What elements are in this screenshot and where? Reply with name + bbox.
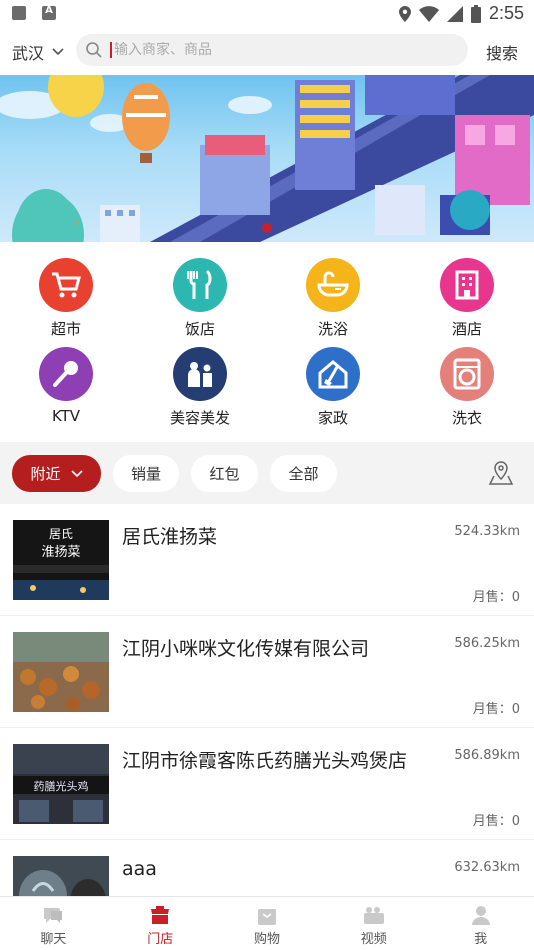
house-broom-icon — [306, 347, 360, 401]
category-hotel[interactable]: 酒店 — [407, 258, 527, 348]
notification-icon — [12, 6, 26, 20]
video-icon — [363, 907, 384, 924]
search-header: 武汉 搜索 — [0, 28, 534, 74]
nav-label: 门店 — [147, 932, 174, 947]
nav-label: 视频 — [360, 932, 387, 947]
filter-nearby-label: 附近 — [30, 465, 61, 483]
category-label: 洗浴 — [317, 320, 348, 338]
search-button[interactable]: 搜索 — [486, 40, 518, 64]
map-location-icon[interactable] — [488, 460, 514, 486]
wifi-icon — [418, 5, 439, 22]
store-distance: 524.33km — [454, 524, 520, 539]
shopping-cart-icon — [39, 258, 93, 312]
fork-knife-icon — [173, 258, 227, 312]
store-name: 江阴市徐霞客陈氏药膳光头鸡煲店 — [122, 750, 408, 772]
filter-sales[interactable]: 销量 — [113, 455, 179, 492]
filter-bar: 附近 销量 红包 全部 — [0, 442, 534, 504]
store-thumbnail: 药膳光头鸡 — [13, 744, 109, 824]
nav-label: 聊天 — [40, 932, 67, 947]
store-thumbnail: 居氏 淮扬菜 — [13, 520, 109, 600]
category-housekeeping[interactable]: 家政 — [273, 347, 393, 437]
nav-video[interactable]: 视频 — [320, 897, 427, 950]
chat-icon — [44, 908, 63, 923]
category-laundry[interactable]: 洗衣 — [407, 347, 527, 437]
shopping-bag-icon — [257, 909, 276, 925]
microphone-icon — [39, 347, 93, 401]
category-bath[interactable]: 洗浴 — [273, 258, 393, 348]
category-label: 美容美发 — [169, 409, 230, 427]
nav-store[interactable]: 门店 — [107, 897, 214, 950]
category-label: 家政 — [317, 409, 348, 427]
banner-illustration — [0, 75, 534, 242]
promo-banner[interactable] — [0, 75, 534, 242]
store-distance: 586.89km — [454, 748, 520, 763]
app-notification-icon — [42, 5, 56, 20]
svg-text:淮扬菜: 淮扬菜 — [41, 545, 80, 560]
city-label: 武汉 — [12, 44, 45, 63]
category-ktv[interactable]: KTV — [6, 347, 126, 437]
status-time: 2:55 — [488, 3, 524, 23]
nav-chat[interactable]: 聊天 — [0, 897, 107, 950]
filter-all[interactable]: 全部 — [270, 455, 337, 492]
store-monthly-sales: 月售：0 — [472, 702, 520, 717]
filter-red-packet[interactable]: 红包 — [191, 455, 258, 492]
washing-machine-icon — [440, 347, 494, 401]
banner-page-dot[interactable] — [262, 223, 272, 233]
nav-shopping[interactable]: 购物 — [214, 897, 321, 950]
store-monthly-sales: 月售：0 — [472, 814, 520, 829]
nav-label: 购物 — [253, 932, 280, 947]
store-name: aaa — [122, 858, 157, 880]
store-name: 江阴小咪咪文化传媒有限公司 — [122, 638, 370, 660]
store-list-item[interactable]: 居氏 淮扬菜 居氏淮扬菜 524.33km 月售：0 — [0, 504, 534, 616]
category-label: 超市 — [50, 320, 81, 338]
svg-text:药膳光头鸡: 药膳光头鸡 — [34, 779, 89, 793]
category-beauty-salon[interactable]: 美容美发 — [140, 347, 260, 437]
nav-label: 我 — [474, 932, 488, 947]
status-bar: 2:55 — [0, 0, 534, 28]
category-label: 洗衣 — [451, 409, 482, 427]
nav-me[interactable]: 我 — [427, 897, 534, 950]
svg-text:居氏: 居氏 — [49, 527, 73, 541]
store-distance: 632.63km — [454, 860, 520, 875]
store-name: 居氏淮扬菜 — [122, 526, 218, 548]
search-box[interactable] — [76, 34, 468, 66]
city-selector[interactable]: 武汉 — [12, 40, 64, 64]
search-input[interactable] — [110, 42, 440, 58]
category-label: 酒店 — [451, 320, 482, 338]
store-icon — [151, 906, 170, 924]
store-thumbnail — [13, 632, 109, 712]
store-monthly-sales: 月售：0 — [472, 590, 520, 605]
category-supermarket[interactable]: 超市 — [6, 258, 126, 348]
category-restaurant[interactable]: 饭店 — [140, 258, 260, 348]
category-grid: 超市 饭店 洗浴 酒店 KTV 美容美发 家政 洗衣 — [0, 248, 534, 438]
store-list-item[interactable]: 江阴小咪咪文化传媒有限公司 586.25km 月售：0 — [0, 616, 534, 728]
store-list-item[interactable]: 药膳光头鸡 江阴市徐霞客陈氏药膳光头鸡煲店 586.89km 月售：0 — [0, 728, 534, 840]
search-icon — [86, 42, 102, 58]
bottom-nav: 聊天 门店 购物 视频 我 — [0, 896, 534, 950]
user-icon — [471, 906, 490, 925]
hotel-building-icon — [440, 258, 494, 312]
signal-icon — [446, 5, 463, 22]
filter-nearby-dropdown[interactable]: 附近 — [12, 455, 101, 492]
store-distance: 586.25km — [454, 636, 520, 651]
category-label: KTV — [51, 407, 81, 425]
chevron-down-icon — [52, 48, 64, 56]
barber-icon — [173, 347, 227, 401]
location-icon — [398, 5, 411, 22]
category-label: 饭店 — [184, 320, 215, 338]
bathtub-icon — [306, 258, 360, 312]
chevron-down-icon — [70, 469, 83, 477]
battery-icon — [470, 4, 481, 23]
